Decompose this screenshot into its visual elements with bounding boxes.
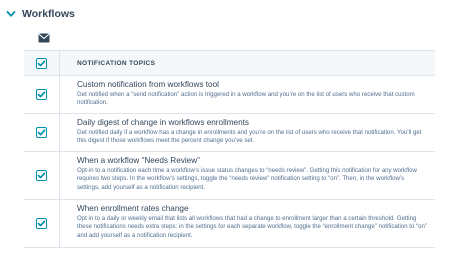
notification-topics-table: NOTIFICATION TOPICS Custom notification … xyxy=(24,50,435,248)
topic-title: When enrollment rates change xyxy=(77,204,189,213)
topic-checkbox[interactable] xyxy=(36,127,47,138)
checkmark-icon xyxy=(37,91,46,98)
checkmark-icon xyxy=(37,220,46,227)
topic-title: Daily digest of change in workflows enro… xyxy=(77,118,250,127)
workflows-section-toggle[interactable]: Workflows xyxy=(6,8,75,20)
table-row: Custom notification from workflows tool … xyxy=(24,76,435,114)
topic-description: Get notified when a “send notification” … xyxy=(77,91,415,107)
topic-description: Opt in to a daily or weekly email that l… xyxy=(77,215,427,239)
select-all-checkbox[interactable] xyxy=(36,57,47,69)
topic-checkbox[interactable] xyxy=(36,218,47,229)
topic-checkbox[interactable] xyxy=(36,89,47,100)
column-header-notification-topics: NOTIFICATION TOPICS xyxy=(77,59,156,67)
topic-title: Custom notification from workflows tool xyxy=(77,80,219,89)
table-row: When enrollment rates change Opt in to a… xyxy=(24,200,435,248)
checkmark-icon xyxy=(37,59,46,66)
table-row: When a workflow “Needs Review” Opt-in to… xyxy=(24,152,435,200)
topic-description: Opt-in to a notification each time a wor… xyxy=(77,167,417,191)
topic-title: When a workflow “Needs Review” xyxy=(77,156,200,165)
table-row: Daily digest of change in workflows enro… xyxy=(24,114,435,152)
topic-checkbox[interactable] xyxy=(36,170,47,181)
checkmark-icon xyxy=(37,172,46,179)
envelope-icon xyxy=(38,33,50,43)
chevron-down-icon xyxy=(6,11,16,17)
checkmark-icon xyxy=(37,129,46,136)
topic-description: Get notified daily if a workflow has a c… xyxy=(77,129,422,145)
section-title: Workflows xyxy=(22,8,75,20)
table-header-row: NOTIFICATION TOPICS xyxy=(24,51,435,76)
